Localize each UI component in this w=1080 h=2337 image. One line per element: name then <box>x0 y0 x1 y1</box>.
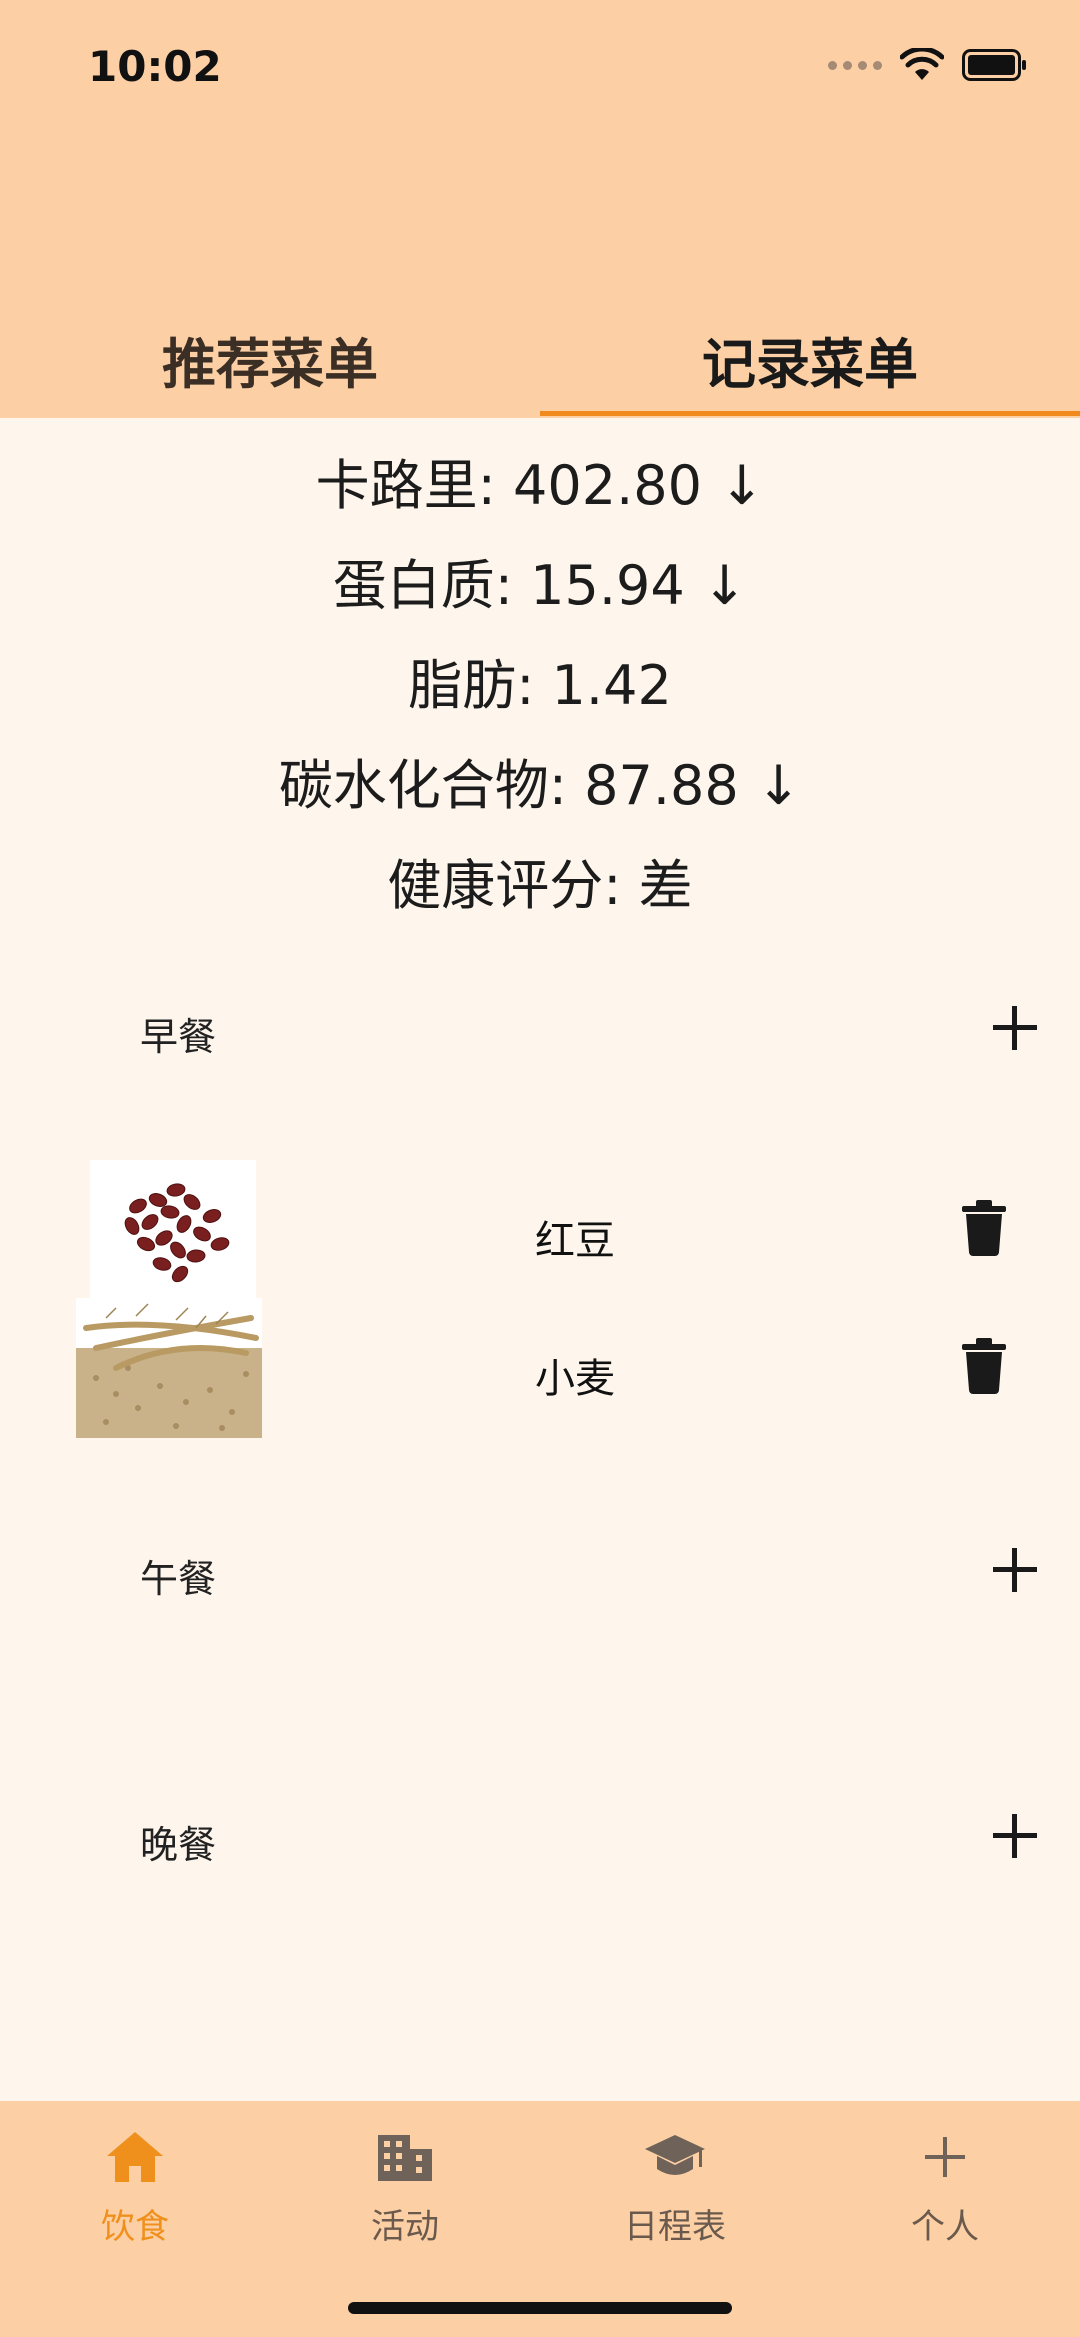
status-time: 10:02 <box>88 42 222 91</box>
app-root: 10:02 推荐菜单 记录菜单 卡路里: 402.80 ↓ 蛋白质: 15.94… <box>0 0 1080 2337</box>
graduation-cap-icon <box>643 2119 707 2195</box>
calories-value: 卡路里: 402.80 ↓ <box>315 453 765 517</box>
meal-title-breakfast: 早餐 <box>140 1015 217 1059</box>
protein-value: 蛋白质: 15.94 ↓ <box>332 553 748 617</box>
home-icon <box>105 2119 165 2195</box>
building-icon <box>376 2119 434 2195</box>
tab-recommended[interactable]: 推荐菜单 <box>0 300 540 418</box>
fat-value: 脂肪: 1.42 <box>408 653 672 717</box>
nav-label-schedule: 日程表 <box>624 2207 726 2247</box>
meal-title-dinner: 晚餐 <box>140 1823 217 1867</box>
add-lunch-button[interactable] <box>985 1540 1045 1600</box>
nav-tab-activity[interactable]: 活动 <box>305 2119 505 2269</box>
header: 10:02 推荐菜单 记录菜单 <box>0 0 1080 418</box>
food-item-wheat[interactable]: 小麦 <box>0 1298 1080 1438</box>
meal-title-lunch: 午餐 <box>140 1557 217 1601</box>
food-name-wheat: 小麦 <box>535 1356 615 1402</box>
home-indicator[interactable] <box>348 2302 732 2314</box>
plus-icon <box>923 2119 967 2195</box>
carbs-value: 碳水化合物: 87.88 ↓ <box>278 753 802 817</box>
nav-label-activity: 活动 <box>371 2207 439 2247</box>
red-bean-image <box>80 1160 266 1300</box>
add-breakfast-button[interactable] <box>985 998 1045 1058</box>
nav-tab-schedule[interactable]: 日程表 <box>575 2119 775 2269</box>
nav-label-diet: 饮食 <box>101 2207 169 2247</box>
status-bar: 10:02 <box>0 0 1080 140</box>
status-indicators <box>828 48 1028 82</box>
tab-records[interactable]: 记录菜单 <box>540 300 1080 418</box>
active-tab-indicator <box>540 411 1080 416</box>
food-item-red-bean[interactable]: 红豆 <box>0 1160 1080 1300</box>
delete-wheat-trash-icon[interactable] <box>962 1338 1006 1394</box>
nav-tab-personal[interactable]: 个人 <box>845 2119 1045 2269</box>
nutrition-summary: 卡路里: 402.80 ↓ 蛋白质: 15.94 ↓ 脂肪: 1.42 碳水化合… <box>0 430 1080 930</box>
meal-header-breakfast: 早餐 <box>0 988 1080 1068</box>
delete-red-bean-trash-icon[interactable] <box>962 1200 1006 1256</box>
health-score: 健康评分: 差 <box>387 853 693 917</box>
battery-icon <box>962 49 1028 81</box>
menu-tabs: 推荐菜单 记录菜单 <box>0 300 1080 418</box>
nav-tab-diet[interactable]: 饮食 <box>35 2119 235 2269</box>
add-dinner-button[interactable] <box>985 1806 1045 1866</box>
wheat-image <box>76 1298 262 1438</box>
meal-header-lunch: 午餐 <box>0 1530 1080 1610</box>
meal-header-dinner: 晚餐 <box>0 1796 1080 1876</box>
food-name-red-bean: 红豆 <box>535 1218 615 1264</box>
nav-label-personal: 个人 <box>911 2207 979 2247</box>
wifi-icon <box>900 48 944 82</box>
cellular-signal-icon <box>828 60 882 70</box>
